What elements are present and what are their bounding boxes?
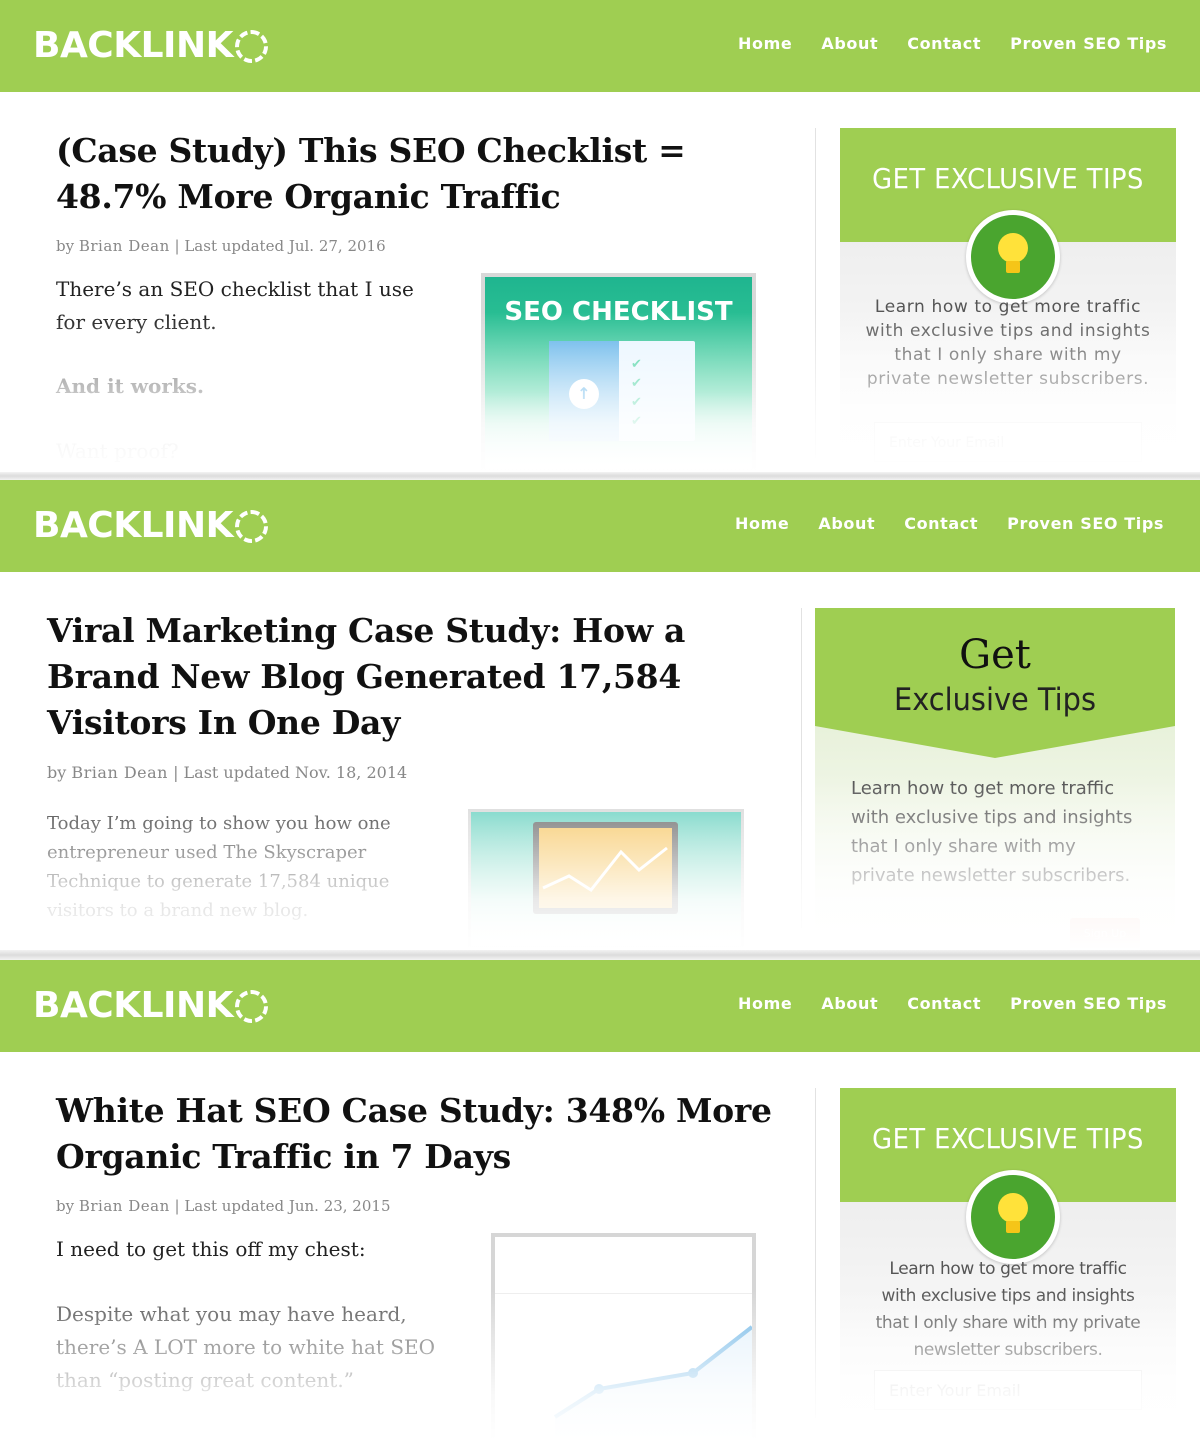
sidebar-divider: [815, 1088, 816, 1418]
logo-o-icon: [234, 509, 268, 543]
logo-text: BACKLINK: [33, 985, 233, 1026]
author-link[interactable]: Brian Dean: [79, 1197, 170, 1215]
sidebar-divider: [815, 128, 816, 458]
nav-home[interactable]: Home: [735, 514, 789, 533]
analytics-monitor-image: [468, 809, 744, 949]
post-paragraph: Today I’m going to show you how one entr…: [47, 813, 391, 921]
monitor-frame: [533, 822, 678, 914]
panel-separator: [0, 472, 1200, 480]
widget-description: Learn how to get more traffic with exclu…: [851, 778, 1133, 886]
author-link[interactable]: Brian Dean: [71, 763, 168, 782]
widget-title-line1: Get: [959, 632, 1031, 678]
exclusive-tips-widget: GET EXCLUSIVE TIPS Learn how to get more…: [840, 128, 1176, 472]
exclusive-tips-widget: GET EXCLUSIVE TIPS Learn how to get more…: [840, 1088, 1176, 1440]
last-updated: | Last updated Jun. 23, 2015: [174, 1197, 391, 1215]
backlinko-logo[interactable]: BACKLINK: [33, 506, 268, 546]
post-title[interactable]: Viral Marketing Case Study: How a Brand …: [47, 608, 707, 746]
signup-button[interactable]: Sign Up: [1070, 918, 1140, 950]
nav-proven-seo-tips[interactable]: Proven SEO Tips: [1010, 994, 1167, 1013]
nav-proven-seo-tips[interactable]: Proven SEO Tips: [1007, 514, 1164, 533]
byline-by: by: [47, 763, 67, 782]
logo-o-icon: [234, 29, 268, 63]
traffic-line-icon: [553, 1325, 752, 1439]
sidebar-divider: [801, 608, 802, 928]
byline-by: by: [56, 1197, 75, 1215]
widget-title: GET EXCLUSIVE TIPS: [872, 1122, 1144, 1155]
widget-description: Learn how to get more traffic with exclu…: [875, 1259, 1141, 1360]
main-nav: Home About Contact Proven SEO Tips: [738, 34, 1167, 53]
logo-o-icon: [234, 989, 268, 1023]
logo-text: BACKLINK: [33, 505, 233, 546]
nav-home[interactable]: Home: [738, 34, 792, 53]
nav-about[interactable]: About: [821, 994, 878, 1013]
widget-title: GET EXCLUSIVE TIPS: [872, 162, 1144, 195]
backlinko-logo[interactable]: BACKLINK: [33, 986, 268, 1026]
post-byline: by Brian Dean | Last updated Jul. 27, 20…: [56, 237, 386, 255]
traffic-graph-image: [491, 1233, 756, 1440]
seo-checklist-image: SEO CHECKLIST ↑ ✔ ✔ ✔ ✔: [481, 273, 756, 472]
post-paragraph: Despite what you may have heard, there’s…: [56, 1302, 436, 1392]
byline-by: by: [56, 237, 75, 255]
nav-proven-seo-tips[interactable]: Proven SEO Tips: [1010, 34, 1167, 53]
nav-about[interactable]: About: [821, 34, 878, 53]
author-link[interactable]: Brian Dean: [79, 237, 170, 255]
lightbulb-icon: [966, 1170, 1060, 1264]
lightbulb-icon: [966, 210, 1060, 304]
upload-arrow-icon: ↑: [569, 379, 599, 409]
email-field[interactable]: Enter Your Email: [874, 1370, 1142, 1410]
post-byline: by Brian Dean | Last updated Jun. 23, 20…: [56, 1197, 391, 1215]
screenshot-panel-1: BACKLINK Home About Contact Proven SEO T…: [0, 0, 1200, 472]
site-header: BACKLINK Home About Contact Proven SEO T…: [0, 480, 1200, 572]
screenshot-panel-3: BACKLINK Home About Contact Proven SEO T…: [0, 960, 1200, 1440]
nav-contact[interactable]: Contact: [904, 514, 978, 533]
exclusive-tips-widget: Get Exclusive Tips Learn how to get more…: [815, 608, 1175, 950]
checklist-document: ↑ ✔ ✔ ✔ ✔: [549, 341, 695, 441]
post-paragraph: I need to get this off my chest:: [56, 1237, 366, 1261]
post-paragraph-emphasis: And it works.: [56, 374, 204, 398]
site-header: BACKLINK Home About Contact Proven SEO T…: [0, 0, 1200, 92]
post-title[interactable]: (Case Study) This SEO Checklist = 48.7% …: [56, 128, 776, 220]
image-caption: SEO CHECKLIST: [504, 297, 733, 327]
main-nav: Home About Contact Proven SEO Tips: [738, 994, 1167, 1013]
post-title[interactable]: White Hat SEO Case Study: 348% More Orga…: [56, 1088, 776, 1180]
screenshot-panel-2: BACKLINK Home About Contact Proven SEO T…: [0, 480, 1200, 950]
widget-description: Learn how to get more traffic with exclu…: [865, 297, 1151, 389]
logo-text: BACKLINK: [33, 25, 233, 66]
email-field[interactable]: Enter Your Email: [874, 422, 1142, 462]
main-nav: Home About Contact Proven SEO Tips: [735, 514, 1164, 533]
post-paragraph: There’s an SEO checklist that I use for …: [56, 277, 414, 334]
nav-contact[interactable]: Contact: [907, 34, 981, 53]
last-updated: | Last updated Jul. 27, 2016: [174, 237, 386, 255]
nav-home[interactable]: Home: [738, 994, 792, 1013]
last-updated: | Last updated Nov. 18, 2014: [173, 763, 408, 782]
trend-line-icon: [542, 846, 668, 892]
panel-separator: [0, 950, 1200, 960]
widget-title-line2: Exclusive Tips: [894, 682, 1096, 718]
nav-contact[interactable]: Contact: [907, 994, 981, 1013]
checkmark-icon: ✔ ✔ ✔ ✔: [631, 357, 642, 429]
post-byline: by Brian Dean | Last updated Nov. 18, 20…: [47, 763, 407, 782]
nav-about[interactable]: About: [818, 514, 875, 533]
post-paragraph: Want proof?: [56, 439, 179, 463]
backlinko-logo[interactable]: BACKLINK: [33, 26, 268, 66]
site-header: BACKLINK Home About Contact Proven SEO T…: [0, 960, 1200, 1052]
